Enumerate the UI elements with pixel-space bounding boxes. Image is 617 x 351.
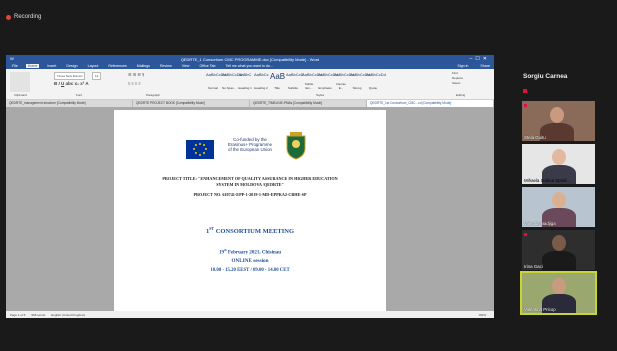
participant-face: [552, 149, 566, 165]
style-strong[interactable]: AaBbCcDd Strong: [350, 72, 370, 90]
participant-name: Valentina Pricop: [524, 307, 556, 312]
participant-face: [552, 235, 566, 251]
project-title-line2: SYSTEM IN MOLDOVA /QEDRTE": [216, 182, 284, 187]
ribbon-home: Times New Roman 12 B I U abc x₂ x² A ☰ ☰…: [6, 69, 494, 100]
recording-indicator: Recording: [6, 14, 41, 20]
meeting-date: 19th February 2021, Chisinau: [218, 248, 282, 256]
word-count[interactable]: 968 words: [31, 313, 45, 317]
participant-face: [552, 278, 566, 294]
word-window-title: QEDRTE_1 Consortium CMC PROGRAMME.doc [C…: [180, 57, 320, 62]
university-crest-logo: [286, 132, 306, 160]
zoom-level[interactable]: 100%: [478, 313, 486, 317]
meeting-session: ONLINE session: [231, 258, 269, 264]
font-size-box[interactable]: 12: [92, 72, 102, 80]
page-count[interactable]: Page 1 of 5: [10, 313, 25, 317]
tell-me-search[interactable]: Tell me what you want to do...: [224, 64, 275, 68]
project-number: PROJECT NO. 610741-EPP-1-2019-1-MD-EPPKA…: [193, 192, 307, 197]
tab-design[interactable]: Design: [64, 64, 79, 68]
font-format-buttons[interactable]: B I U abc x₂ x² A: [54, 81, 89, 86]
language[interactable]: English (United Kingdom): [51, 313, 85, 317]
signin-link[interactable]: Sign in: [457, 64, 468, 68]
tab-office-tab[interactable]: Office Tab: [197, 64, 217, 68]
editing-group: Find Replace Select: [452, 71, 463, 86]
tab-home[interactable]: Home: [25, 64, 40, 68]
tab-mailings[interactable]: Mailings: [135, 64, 152, 68]
document-page[interactable]: Co-funded by the Erasmus+ Programme of t…: [114, 110, 386, 312]
meeting-heading: 1ST CONSORTIUM MEETING: [205, 226, 295, 236]
muted-mic-icon: [524, 233, 527, 236]
tab-references[interactable]: References: [106, 64, 128, 68]
participant-tile[interactable]: Stela Guitu: [522, 101, 595, 141]
select-button[interactable]: Select: [452, 81, 463, 86]
paragraph-buttons[interactable]: ☰ ☰ ☰ ¶: [128, 72, 144, 77]
participant-name: Valentia Nadjiga: [524, 221, 556, 226]
doc-tab-management[interactable]: QEDRTE_management structure [Compatibili…: [6, 100, 133, 107]
participants-panel: Sorgiu Carnea Stela Guitu Mihaela Sulima…: [513, 55, 617, 318]
word-status-bar: Page 1 of 5 968 words English (United Ki…: [6, 311, 494, 318]
style-no-spacing[interactable]: AaBbCcDd No Spac...: [222, 72, 242, 90]
style-subtitle[interactable]: AaBbCcD Subtitle: [286, 72, 304, 90]
participant-name: Mihaela Sulima Spirid...: [524, 178, 571, 183]
styles-gallery: AaBbCcDd Normal AaBbCcDd No Spac... AaBbC H…: [206, 72, 386, 90]
group-label-font: Font: [76, 93, 83, 97]
muted-mic-icon: [523, 89, 527, 93]
tab-insert[interactable]: Insert: [45, 64, 58, 68]
participant-body: [542, 251, 576, 270]
project-title-line1: PROJECT TITLE: "ENHANCEMENT OF QUALITY A…: [162, 176, 338, 181]
tab-review[interactable]: Review: [158, 64, 174, 68]
group-label-clipboard: Clipboard: [14, 93, 27, 97]
group-label-styles: Styles: [316, 93, 325, 97]
participant-face: [552, 192, 566, 208]
participant-tile[interactable]: Mihaela Sulima Spirid...: [522, 144, 595, 184]
tab-view[interactable]: View: [180, 64, 192, 68]
style-quote[interactable]: AaBbCcDd Quote: [366, 72, 386, 90]
document-area[interactable]: Co-funded by the Erasmus+ Programme of t…: [6, 107, 494, 312]
style-subtle-emphasis[interactable]: AaBbCcDd Subtle Em...: [302, 72, 322, 90]
group-label-editing: Editing: [456, 93, 466, 97]
participant-name: Irina Gaci: [524, 264, 543, 269]
host-name: Sorgiu Carnea: [523, 73, 568, 80]
paste-button[interactable]: [10, 72, 30, 92]
recording-label: Recording: [14, 14, 42, 20]
participant-tile[interactable]: Irina Gaci: [522, 230, 595, 270]
doc-tab-project-book[interactable]: QEDRTE PROJECT BOOK [Compatibility Mode]: [133, 100, 250, 107]
font-name-box[interactable]: Times New Roman: [54, 72, 86, 80]
participant-name: Stela Guitu: [524, 135, 546, 140]
doc-tab-consortium[interactable]: QEDRTE_1st Consortium_CMC...cd [Compatib…: [367, 100, 494, 107]
share-button[interactable]: Share: [480, 64, 490, 68]
window-controls[interactable]: –☐✕: [470, 56, 490, 62]
style-normal[interactable]: AaBbCcDd Normal: [206, 72, 226, 90]
style-heading-1[interactable]: AaBbC Heading 1: [238, 72, 252, 90]
document-tabs: QEDRTE_management structure [Compatibili…: [6, 100, 494, 107]
alignment-buttons[interactable]: ≡ ≡ ≡ ≡: [128, 81, 141, 86]
style-emphasis[interactable]: AaBbCcDd Emphasis: [318, 72, 338, 90]
meeting-time: 10.00 - 15.20 EEST / 09.00 - 14.00 CET: [210, 268, 290, 273]
doc-tab-timeline[interactable]: QEDRTE_TIMELINE-PMAs [Compatibility Mode…: [250, 100, 367, 107]
participant-tile[interactable]: Valentia Nadjiga: [522, 187, 595, 227]
tab-file[interactable]: File: [10, 64, 20, 68]
cofund-text: Co-funded by the Erasmus+ Programme of t…: [227, 137, 273, 153]
record-dot-icon: [6, 14, 11, 20]
tab-layout[interactable]: Layout: [86, 64, 101, 68]
participant-face: [550, 107, 564, 123]
group-label-paragraph: Paragraph: [146, 93, 161, 97]
shared-screen: W QEDRTE_1 Consortium CMC PROGRAMME.doc …: [6, 55, 494, 318]
style-title[interactable]: AaB Title: [270, 72, 285, 90]
participant-tile-active-speaker[interactable]: Valentina Pricop: [520, 271, 597, 315]
muted-mic-icon: [524, 104, 527, 107]
style-heading-2[interactable]: AaBbCc Heading 2: [254, 72, 269, 90]
word-title-bar: W QEDRTE_1 Consortium CMC PROGRAMME.doc …: [6, 55, 494, 63]
style-intense-emphasis[interactable]: AaBbCcDd Intense E...: [334, 72, 354, 90]
eu-flag-logo: [186, 140, 214, 159]
